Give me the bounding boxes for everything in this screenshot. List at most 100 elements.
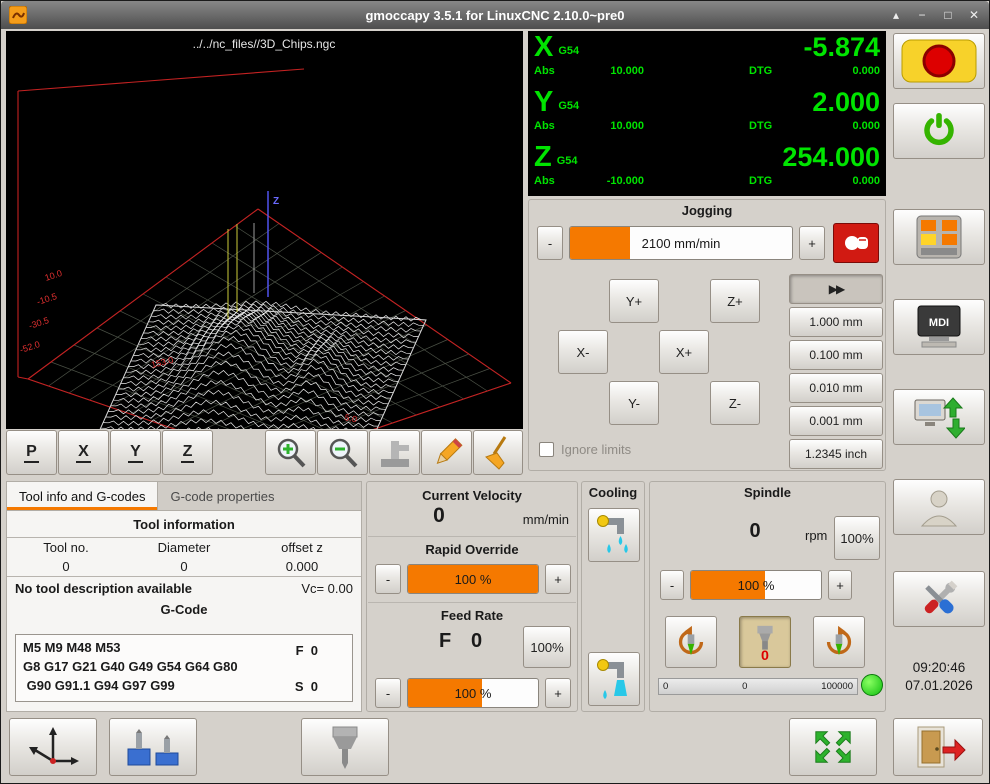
gcode-box: M5 M9 M48 M53 G8 G17 G21 G40 G49 G54 G64…: [15, 634, 353, 702]
dro-z-dtg: 0.000: [794, 175, 880, 187]
spindle-reset-button[interactable]: 100%: [834, 516, 880, 560]
col-offset-z: offset z: [243, 540, 361, 555]
dro-y-dtg: 0.000: [794, 120, 880, 132]
jog-panel-button[interactable]: [893, 209, 985, 265]
spindle-minus-button[interactable]: -: [660, 570, 684, 600]
checkbox-box[interactable]: [539, 442, 554, 457]
shade-button[interactable]: ▴: [889, 8, 903, 22]
spindle-left-button[interactable]: [665, 616, 717, 668]
cooling-title: Cooling: [582, 485, 644, 500]
draw-path-button[interactable]: [421, 430, 472, 475]
vc-value: Vc= 0.00: [301, 581, 353, 596]
jog-mouse-button[interactable]: [833, 223, 879, 263]
clock: 09:20:46 07.01.2026: [893, 659, 985, 695]
window-controls: ▴ − □ ✕: [889, 8, 981, 22]
gcode-preview-canvas[interactable]: Z ../../nc_files//3D_Chips.ngc 10.0 -10.…: [6, 31, 523, 429]
jog-z-minus-button[interactable]: Z-: [710, 381, 760, 425]
flood-button[interactable]: [588, 652, 640, 706]
estop-button[interactable]: [893, 33, 985, 89]
rapid-override-slider[interactable]: 100 %: [407, 564, 539, 594]
tool-change-button[interactable]: [301, 718, 389, 776]
axis-tick: 10.0: [44, 268, 64, 283]
view-y-button[interactable]: Y: [110, 430, 161, 475]
gmoccapy-window: gmoccapy 3.5.1 for LinuxCNC 2.10.0~pre0 …: [0, 0, 990, 784]
dro-axis-z[interactable]: Z G54 254.000 Abs -10.000 DTG 0.000: [528, 141, 886, 196]
val-tool-no: 0: [7, 559, 125, 574]
jog-increment-0001mm-button[interactable]: 0.001 mm: [789, 406, 883, 436]
exit-button[interactable]: [893, 718, 983, 776]
auto-mode-button[interactable]: [893, 389, 985, 445]
jog-speed-slider[interactable]: 2100 mm/min: [569, 226, 793, 260]
exit-door-icon: [910, 723, 966, 771]
view-p-button[interactable]: P: [6, 430, 57, 475]
jog-speed-value: 2100 mm/min: [570, 227, 792, 259]
cooling-panel: Cooling: [581, 481, 645, 712]
abs-label: Abs: [534, 65, 584, 77]
rapid-plus-button[interactable]: +: [545, 564, 571, 594]
spindle-stop-button[interactable]: 0: [739, 616, 791, 668]
axis-tick: -52.0: [19, 339, 42, 355]
view-x-button[interactable]: X: [58, 430, 109, 475]
mdi-button[interactable]: MDI: [893, 299, 985, 355]
tab-bar: Tool info and G-codes G-code properties: [7, 482, 361, 511]
jog-speed-minus-button[interactable]: -: [537, 226, 563, 260]
jog-increment-inch-button[interactable]: 1.2345 inch: [789, 439, 883, 469]
tool-measure-button[interactable]: [109, 718, 197, 776]
dro-axis-x[interactable]: X G54 -5.874 Abs 10.000 DTG 0.000: [528, 31, 886, 86]
flood-faucet-icon: [595, 656, 633, 702]
tab-gcode-properties[interactable]: G-code properties: [158, 482, 286, 510]
settings-button[interactable]: [893, 571, 985, 627]
tool-setter-icon: [125, 725, 181, 769]
z-axis-label: Z: [273, 196, 279, 207]
jog-speed-plus-button[interactable]: +: [799, 226, 825, 260]
preview-grid: [28, 209, 511, 429]
jogging-title: Jogging: [529, 203, 885, 218]
spindle-right-button[interactable]: [813, 616, 865, 668]
machine-load-icon: [913, 394, 965, 440]
jog-increment-001mm-button[interactable]: 0.010 mm: [789, 373, 883, 403]
jog-x-minus-button[interactable]: X-: [558, 330, 608, 374]
jog-increment-01mm-button[interactable]: 0.100 mm: [789, 340, 883, 370]
fullscreen-button[interactable]: [789, 718, 877, 776]
minimize-button[interactable]: −: [915, 8, 929, 22]
spindle-bar-current: 0: [742, 681, 747, 692]
machine-on-button[interactable]: [893, 103, 985, 159]
rapid-minus-button[interactable]: -: [375, 564, 401, 594]
zoom-in-button[interactable]: [265, 430, 316, 475]
feed-minus-button[interactable]: -: [375, 678, 401, 708]
axis-tick: -30.5: [28, 315, 51, 331]
jog-increment-1mm-button[interactable]: 1.000 mm: [789, 307, 883, 337]
jog-y-plus-button[interactable]: Y+: [609, 279, 659, 323]
zoom-in-icon: [272, 434, 310, 472]
ignore-limits-checkbox[interactable]: Ignore limits: [539, 442, 631, 457]
touch-off-button[interactable]: [9, 718, 97, 776]
jog-z-plus-button[interactable]: Z+: [710, 279, 760, 323]
spindle-speed-bar: 0 0 100000: [658, 678, 858, 695]
dro-axis-y[interactable]: Y G54 2.000 Abs 10.000 DTG 0.000: [528, 86, 886, 141]
close-button[interactable]: ✕: [967, 8, 981, 22]
feed-plus-button[interactable]: +: [545, 678, 571, 708]
gcode-f-word: F 0: [296, 643, 318, 658]
tab-tool-info[interactable]: Tool info and G-codes: [7, 482, 158, 510]
axis-tick: -10.5: [36, 291, 59, 307]
val-offset-z: 0.000: [243, 559, 361, 574]
tool-description-row: No tool description available Vc= 0.00: [7, 577, 361, 598]
spindle-override-slider[interactable]: 100 %: [690, 570, 822, 600]
jog-x-plus-button[interactable]: X+: [659, 330, 709, 374]
feed-rate-slider[interactable]: 100 %: [407, 678, 539, 708]
spindle-plus-button[interactable]: +: [828, 570, 852, 600]
feed-reset-button[interactable]: 100%: [523, 626, 571, 668]
preview-axes: [18, 69, 511, 429]
maximize-button[interactable]: □: [941, 8, 955, 22]
jog-y-minus-button[interactable]: Y-: [609, 381, 659, 425]
user-icon: [917, 485, 961, 529]
feed-value: 0: [471, 630, 482, 653]
mist-button[interactable]: [588, 508, 640, 562]
view-z-button[interactable]: Z: [162, 430, 213, 475]
machine-view-button[interactable]: [369, 430, 420, 475]
clear-plot-button[interactable]: [473, 430, 523, 475]
clock-date: 07.01.2026: [893, 677, 985, 695]
zoom-out-button[interactable]: [317, 430, 368, 475]
jog-increment-continuous-button[interactable]: ▶▶: [789, 274, 883, 304]
user-mode-button[interactable]: [893, 479, 985, 535]
